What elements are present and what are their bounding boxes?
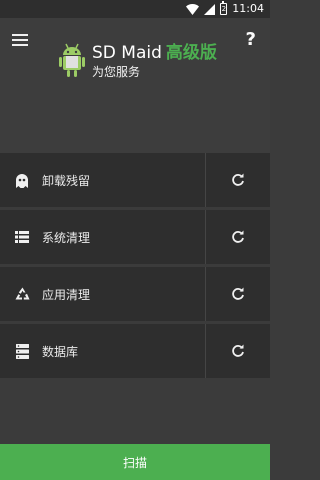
refresh-icon [232, 344, 244, 357]
scan-button[interactable]: 扫描 [0, 444, 270, 480]
tool-row-app-cleaner[interactable]: 应用清理 [0, 267, 270, 321]
tool-label: 系统清理 [42, 230, 91, 245]
list-icon [14, 229, 30, 245]
refresh-icon [232, 230, 244, 243]
refresh-icon [232, 287, 244, 300]
status-bar: 2 11:04 [0, 0, 270, 18]
recycle-icon [14, 286, 30, 302]
refresh-icon [232, 173, 244, 186]
tool-label: 卸载残留 [42, 173, 91, 188]
app-logo [59, 43, 85, 77]
tool-row-system-cleaner[interactable]: 系统清理 [0, 210, 270, 264]
database-icon [14, 343, 30, 359]
tool-row-corpse-finder[interactable]: 卸载残留 [0, 153, 270, 207]
app-name: SD Maid [92, 43, 162, 63]
pro-badge: 高级版 [165, 43, 217, 63]
wifi-icon [186, 3, 200, 15]
ghost-icon [14, 172, 30, 188]
help-button[interactable]: ? [246, 29, 256, 50]
header: SD Maid 高级版 为您服务 ? [0, 18, 270, 153]
refresh-button[interactable] [205, 267, 270, 321]
scan-button-label: 扫描 [122, 455, 147, 470]
tool-label: 应用清理 [42, 287, 91, 302]
status-time: 11:04 [232, 2, 264, 15]
tool-list: 卸载残留 系统清理 应用清理 数据库 [0, 153, 270, 381]
signal-icon [204, 3, 216, 15]
refresh-button[interactable] [205, 324, 270, 378]
refresh-button[interactable] [205, 153, 270, 207]
tool-row-databases[interactable]: 数据库 [0, 324, 270, 378]
tool-label: 数据库 [42, 344, 79, 359]
app-subtitle: 为您服务 [92, 65, 141, 79]
battery-icon: 2 [220, 1, 228, 15]
app-title: SD Maid 高级版 [92, 38, 217, 63]
battery-level: 2 [221, 4, 227, 13]
status-icons: 2 11:04 [186, 1, 264, 16]
menu-icon[interactable] [12, 34, 30, 48]
refresh-button[interactable] [205, 210, 270, 264]
